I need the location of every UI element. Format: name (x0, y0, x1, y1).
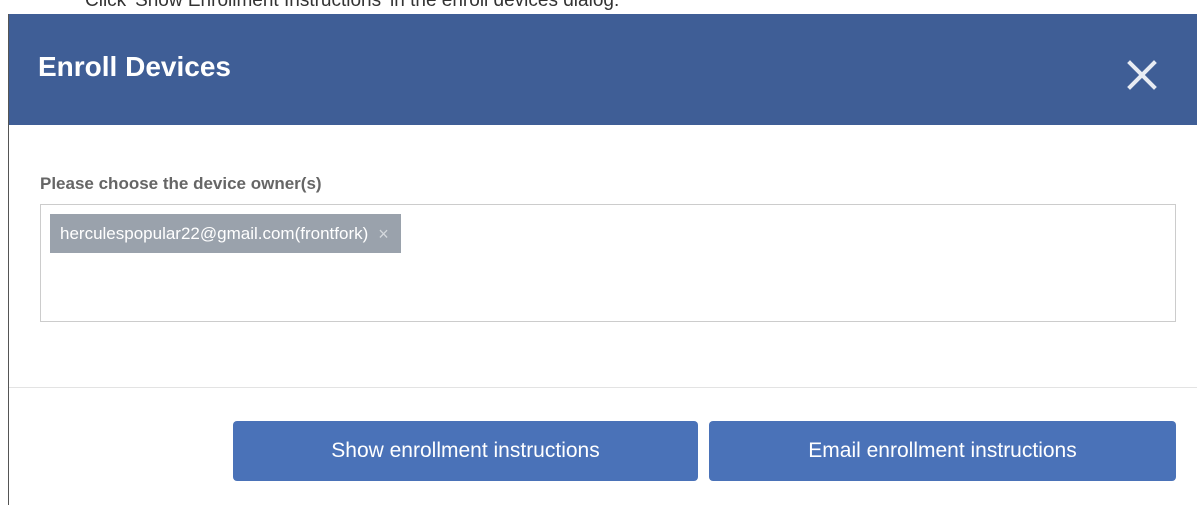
owner-tag: herculespopular22@gmail.com(frontfork) × (50, 214, 401, 253)
dialog-title: Enroll Devices (38, 51, 231, 82)
show-enrollment-instructions-button[interactable]: Show enrollment instructions (233, 421, 698, 481)
remove-owner-icon[interactable]: × (378, 225, 389, 243)
owner-tag-label: herculespopular22@gmail.com(frontfork) (60, 223, 369, 243)
footer-divider (9, 387, 1197, 388)
close-button[interactable] (1123, 56, 1161, 94)
dialog-header: Enroll Devices (9, 14, 1197, 125)
email-enrollment-instructions-button[interactable]: Email enrollment instructions (709, 421, 1176, 481)
page-caption: Click 'Show Enrollment Instructions' in … (85, 0, 620, 11)
enroll-devices-dialog: Enroll Devices Please choose the device … (9, 14, 1197, 505)
device-owner-input[interactable]: herculespopular22@gmail.com(frontfork) × (40, 204, 1176, 322)
close-icon (1127, 60, 1157, 90)
device-owner-label: Please choose the device owner(s) (40, 174, 322, 193)
